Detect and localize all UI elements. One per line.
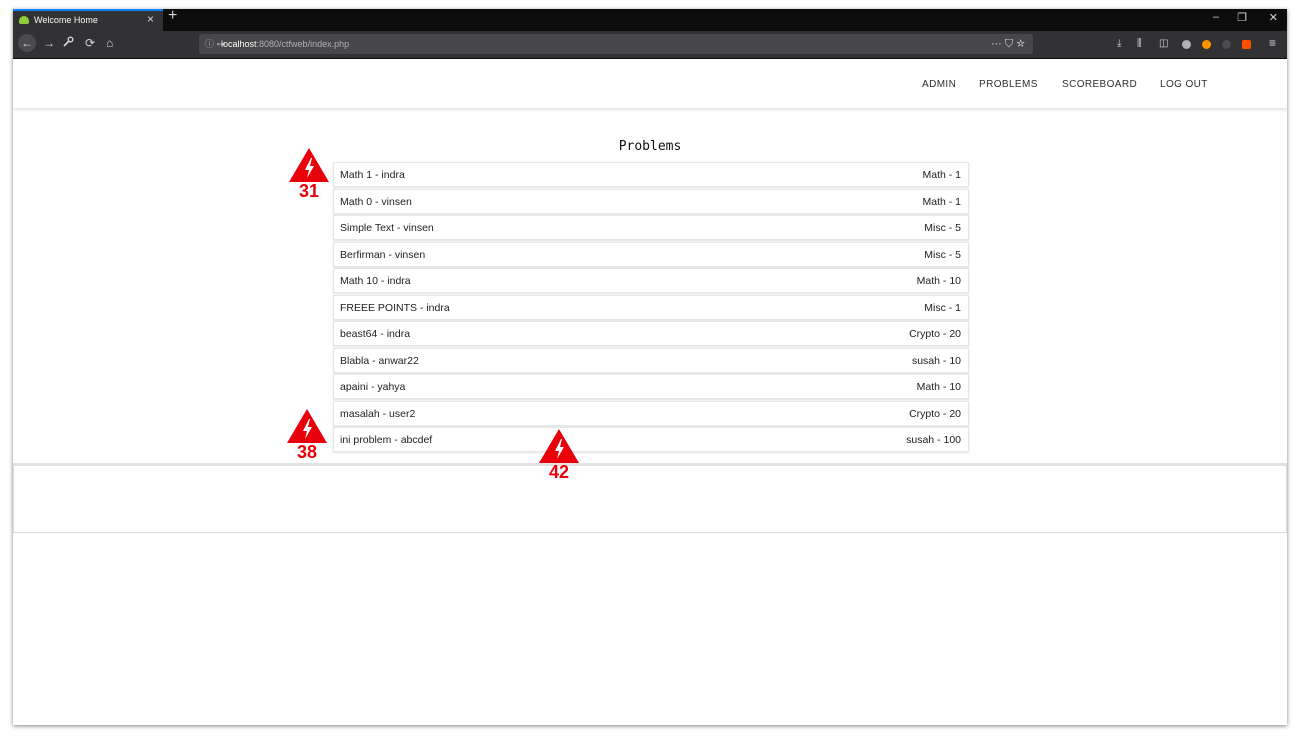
restore-icon[interactable]: ❐ xyxy=(1237,11,1247,24)
problem-name[interactable]: masalah - user2 xyxy=(340,402,415,426)
marker-label: 31 xyxy=(298,181,320,201)
problem-category: Misc - 5 xyxy=(924,222,961,234)
url-text[interactable]: localhost:8080/ctfweb/index.php xyxy=(221,34,349,54)
tab-title: Welcome Home xyxy=(34,15,98,25)
page-actions-icon[interactable]: ··· ⛉ ☆ xyxy=(991,34,1025,54)
problem-name[interactable]: Math 1 - indra xyxy=(340,163,405,187)
problem-name[interactable]: Blabla - anwar22 xyxy=(340,349,419,373)
problem-category: Misc - 1 xyxy=(924,301,961,314)
tab-strip: Welcome Home × + – ❐ ✕ xyxy=(13,9,1287,31)
wrench-icon[interactable] xyxy=(63,36,74,50)
footer xyxy=(13,463,1287,533)
problem-name[interactable]: ini problem - abcdef xyxy=(340,428,432,452)
reload-icon[interactable]: ⟳ xyxy=(85,36,95,50)
extension-disabled-icon[interactable] xyxy=(1222,40,1231,49)
library-icon[interactable]: ⫼ xyxy=(1137,38,1142,49)
problem-name[interactable]: Berfirman - vinsen xyxy=(340,243,425,267)
nav-log-out[interactable]: LOG OUT xyxy=(1160,79,1208,90)
problem-row[interactable]: beast64 - indra Crypto - 20 xyxy=(333,321,969,346)
problem-row[interactable]: Blabla - anwar22 susah - 10 xyxy=(333,347,969,373)
leaf-favicon-icon xyxy=(19,16,29,24)
lightning-warning-icon xyxy=(287,409,327,443)
close-window-icon[interactable]: ✕ xyxy=(1269,11,1278,24)
warning-marker: 42 xyxy=(538,428,580,484)
problem-row[interactable]: masalah - user2 Crypto - 20 xyxy=(333,400,969,426)
firefox-account-icon[interactable] xyxy=(1202,40,1211,49)
problem-row[interactable]: Simple Text - vinsen Misc - 5 xyxy=(333,215,969,240)
home-icon[interactable]: ⌂ xyxy=(106,36,113,50)
navigation-toolbar: ← → ⟳ ⌂ ⓘ ⊶ localhost:8080/ctfweb/index.… xyxy=(13,31,1287,59)
lightning-warning-icon xyxy=(539,429,579,463)
problem-category: Math - 10 xyxy=(916,275,961,287)
problem-name[interactable]: apaini - yahya xyxy=(340,375,405,399)
problem-row[interactable]: Math 10 - indra Math - 10 xyxy=(333,268,969,293)
addon-icon[interactable] xyxy=(1242,40,1251,49)
page-title: Problems xyxy=(618,139,682,154)
extension-icon[interactable] xyxy=(1182,40,1191,49)
menu-icon[interactable]: ≡ xyxy=(1269,36,1276,50)
problem-list: Math 1 - indra Math - 1 Math 0 - vinsen Ma… xyxy=(333,162,969,454)
marker-label: 42 xyxy=(548,462,570,482)
nav-admin[interactable]: ADMIN xyxy=(922,79,956,90)
browser-window: Welcome Home × + – ❐ ✕ ← → ⟳ ⌂ ⓘ ⊶ local… xyxy=(13,9,1287,725)
back-icon[interactable]: ← xyxy=(18,34,36,52)
problem-row[interactable]: Math 0 - vinsen Math - 1 xyxy=(333,188,969,214)
problem-row[interactable]: Math 1 - indra Math - 1 xyxy=(333,162,969,187)
problem-name[interactable]: beast64 - indra xyxy=(340,322,410,346)
problem-name[interactable]: Simple Text - vinsen xyxy=(340,216,434,240)
problem-row[interactable]: FREEE POINTS - indra Misc - 1 xyxy=(333,294,969,320)
forward-icon[interactable]: → xyxy=(43,36,55,50)
problem-category: Math - 1 xyxy=(922,195,961,208)
site-header: ADMIN PROBLEMS SCOREBOARD LOG OUT xyxy=(13,59,1287,108)
problem-row[interactable]: apaini - yahya Math - 10 xyxy=(333,374,969,399)
problem-category: susah - 10 xyxy=(911,354,961,367)
nav-problems[interactable]: PROBLEMS xyxy=(979,79,1038,90)
problem-category: Math - 1 xyxy=(922,169,961,181)
lightning-warning-icon xyxy=(289,148,329,182)
minimize-icon[interactable]: – xyxy=(1213,11,1219,23)
url-bar[interactable]: ⓘ ⊶ localhost:8080/ctfweb/index.php ··· … xyxy=(199,34,1033,54)
new-tab-icon[interactable]: + xyxy=(168,9,177,25)
problem-name[interactable]: Math 10 - indra xyxy=(340,269,411,293)
problem-row[interactable]: Berfirman - vinsen Misc - 5 xyxy=(333,241,969,267)
problem-row[interactable]: ini problem - abcdef susah - 100 xyxy=(333,427,969,452)
problem-name[interactable]: FREEE POINTS - indra xyxy=(340,296,450,320)
tab-welcome-home[interactable]: Welcome Home × xyxy=(13,9,163,31)
download-icon[interactable]: ⤓ xyxy=(1117,38,1121,49)
nav-scoreboard[interactable]: SCOREBOARD xyxy=(1062,79,1137,90)
problem-category: Crypto - 20 xyxy=(909,328,961,340)
warning-marker: 31 xyxy=(288,147,330,203)
problem-category: Math - 10 xyxy=(916,381,961,393)
problem-category: Misc - 5 xyxy=(924,248,961,261)
problem-category: Crypto - 20 xyxy=(909,407,961,420)
tab-close-icon[interactable]: × xyxy=(147,10,154,29)
sidebar-icon[interactable]: ◫ xyxy=(1159,38,1168,49)
warning-marker: 38 xyxy=(286,408,328,464)
page-content: ADMIN PROBLEMS SCOREBOARD LOG OUT Proble… xyxy=(13,59,1287,725)
problem-category: susah - 100 xyxy=(906,434,961,446)
marker-label: 38 xyxy=(296,442,318,462)
problem-name[interactable]: Math 0 - vinsen xyxy=(340,190,412,214)
